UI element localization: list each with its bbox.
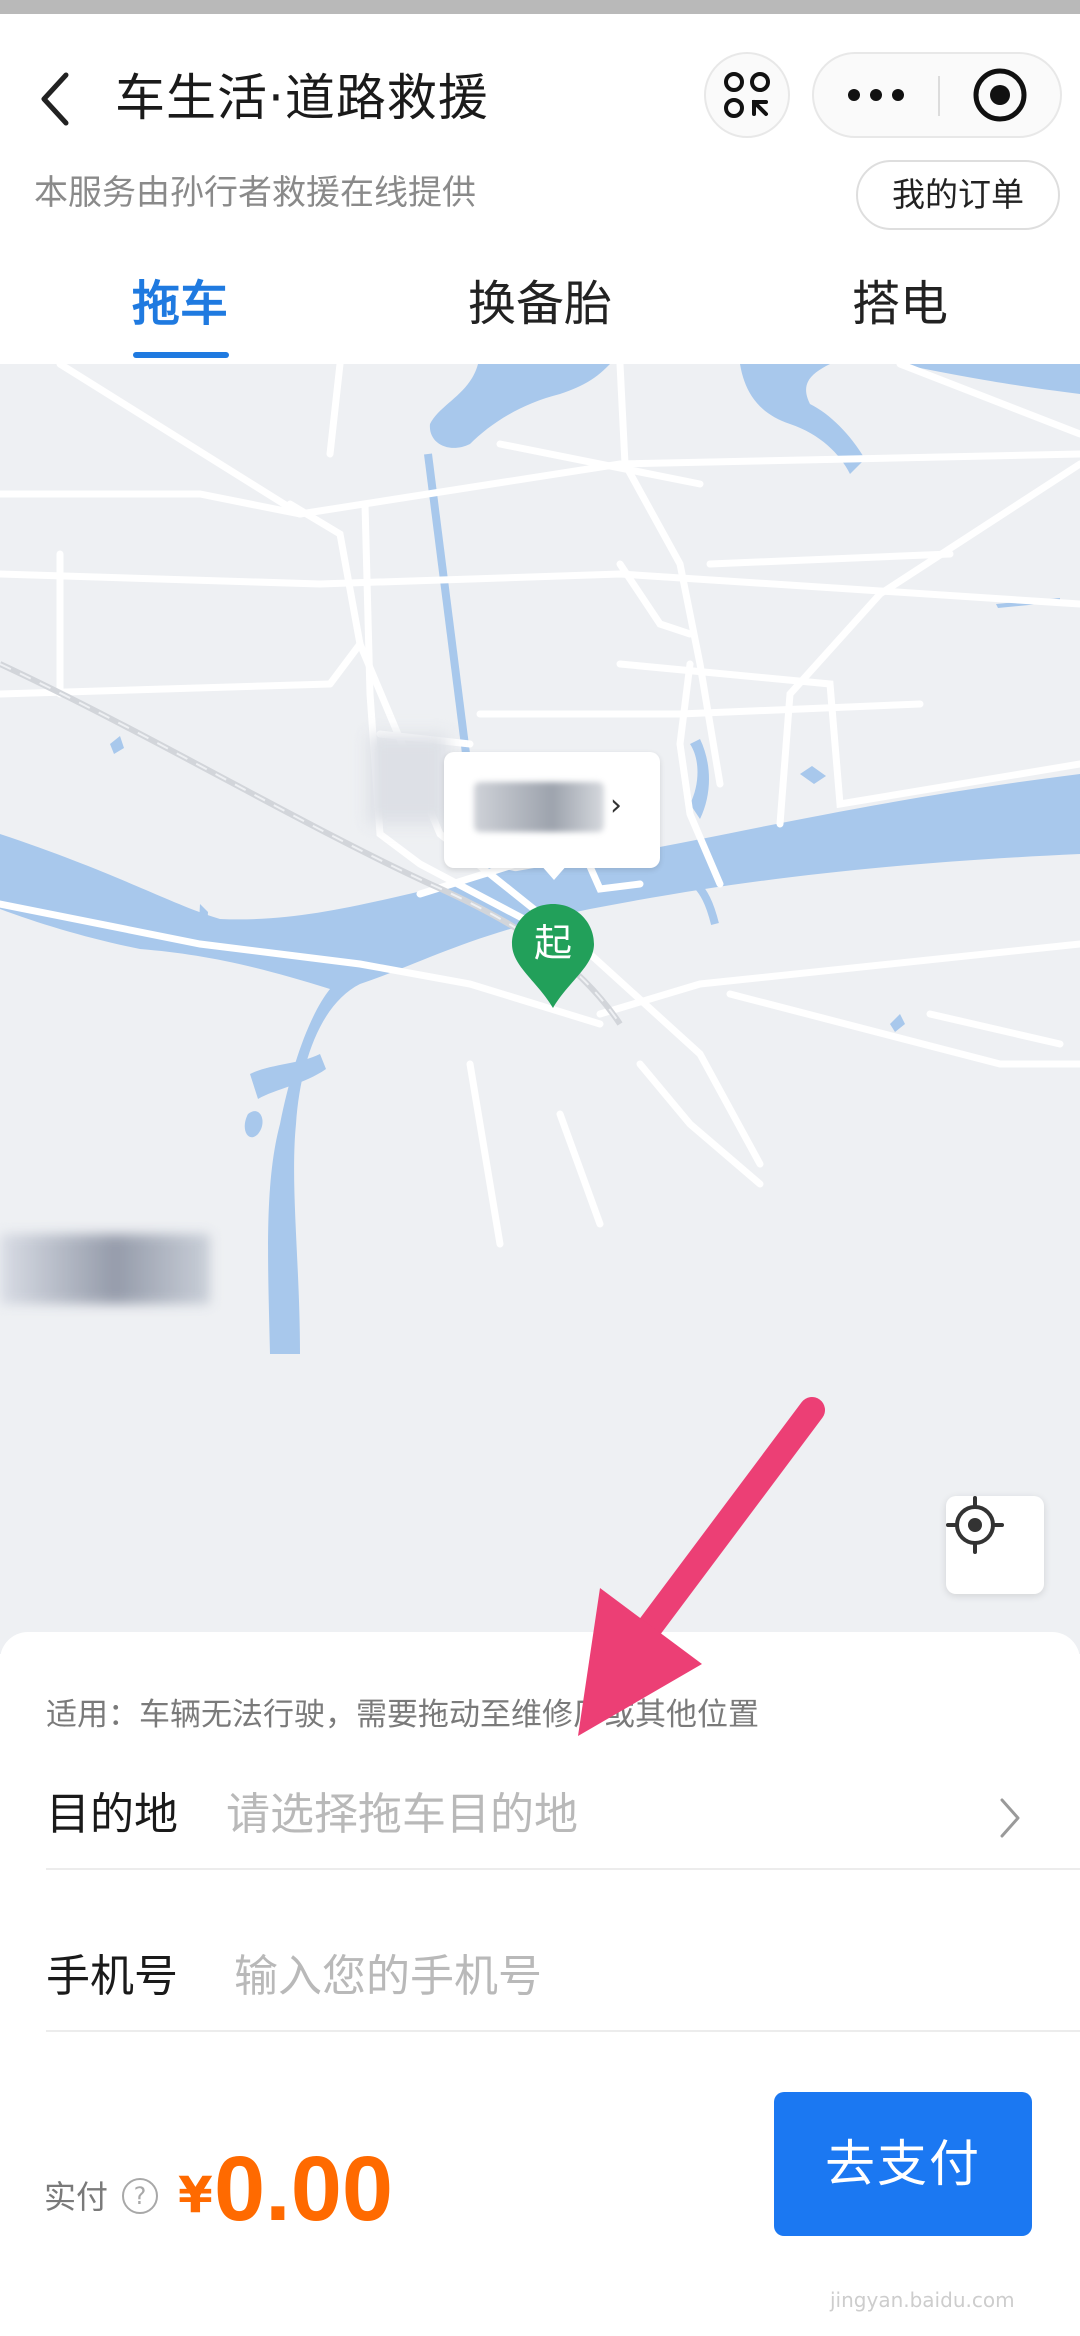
page-title: 车生活·道路救援	[115, 69, 489, 127]
status-strip	[0, 0, 1080, 14]
my-orders-button[interactable]: 我的订单	[856, 160, 1060, 230]
pay-label: 实付	[44, 2178, 109, 2216]
watermark: Baidu经验 jingyan.baidu.com	[826, 2218, 1066, 2328]
destination-row[interactable]: 目的地 请选择拖车目的地	[46, 1760, 1080, 1870]
blurred-area	[368, 734, 448, 824]
tab-jump-start[interactable]: 搭电	[720, 264, 1080, 364]
blurred-label	[0, 1234, 210, 1304]
more-dots-icon	[848, 89, 904, 101]
start-address-bubble[interactable]: ›	[444, 752, 660, 880]
chevron-right-icon: ›	[610, 788, 622, 823]
applies-note: 适用：车辆无法行驶，需要拖动至维修厂或其他位置	[46, 1697, 759, 1733]
tab-spare-tire[interactable]: 换备胎	[360, 264, 720, 364]
header: 车生活·道路救援 本服务由孙行者救援在线提供 我的订单 拖车 换备胎 搭电	[0, 14, 1080, 364]
pay-button[interactable]: 去支付	[774, 2092, 1032, 2236]
close-miniapp-button[interactable]	[940, 54, 1060, 136]
chevron-right-icon	[1000, 1798, 1020, 1838]
destination-field[interactable]: 请选择拖车目的地	[226, 1782, 578, 1848]
target-close-icon	[973, 68, 1027, 122]
chevron-left-icon	[41, 72, 69, 126]
crosshair-icon	[946, 1496, 1004, 1554]
provider-note: 本服务由孙行者救援在线提供	[34, 173, 476, 213]
active-tab-indicator	[133, 352, 229, 358]
more-button[interactable]	[814, 54, 938, 136]
watermark-sub: jingyan.baidu.com	[830, 2288, 1015, 2312]
tab-tow[interactable]: 拖车	[0, 264, 360, 364]
phone-label: 手机号	[46, 1951, 178, 2002]
bubble-tail	[540, 864, 568, 880]
start-marker[interactable]: 起	[510, 902, 596, 1012]
map-view[interactable]: › 起	[0, 364, 1080, 1654]
blurred-address	[474, 782, 604, 832]
scan-button[interactable]	[704, 52, 790, 138]
watermark-text: Baidu经验	[826, 2244, 1037, 2293]
phone-row[interactable]: 手机号 输入您的手机号	[46, 1922, 1080, 2032]
back-button[interactable]	[26, 54, 86, 144]
start-marker-label: 起	[533, 921, 572, 965]
service-tabs: 拖车 换备胎 搭电	[0, 264, 1080, 364]
miniapp-capsule	[812, 52, 1062, 138]
scan-icon	[724, 72, 770, 118]
destination-label: 目的地	[46, 1789, 178, 1840]
help-icon[interactable]: ?	[122, 2178, 158, 2214]
locate-me-button[interactable]	[946, 1496, 1044, 1594]
currency-symbol: ¥	[178, 2166, 213, 2224]
phone-field[interactable]: 输入您的手机号	[234, 1944, 542, 2010]
price-amount: 0.00	[214, 2138, 394, 2240]
